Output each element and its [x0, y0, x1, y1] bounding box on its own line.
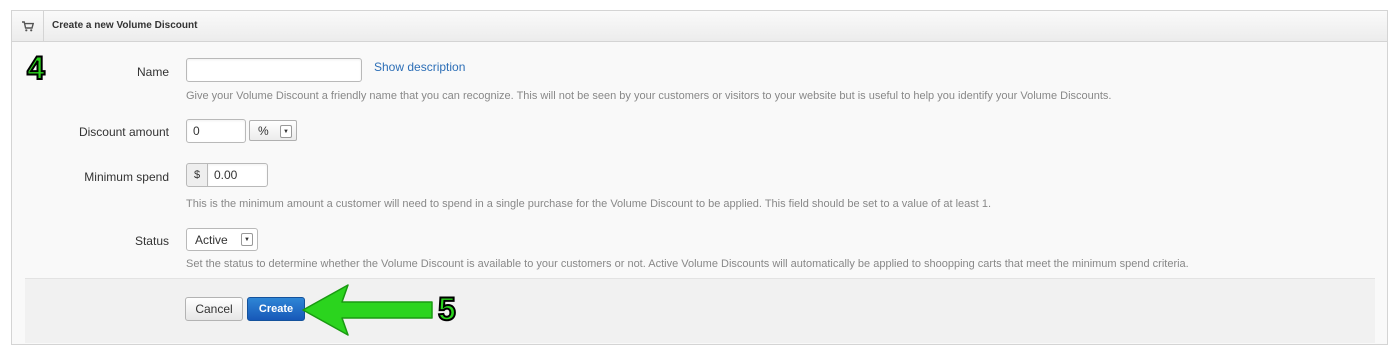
discount-amount-input[interactable]: [186, 119, 246, 143]
form-actions: Cancel Create: [25, 278, 1375, 343]
status-label: Status: [134, 234, 169, 248]
minimum-spend-help-text: This is the minimum amount a customer wi…: [186, 198, 992, 210]
create-button[interactable]: Create: [247, 297, 305, 321]
step-number-4: 4: [26, 50, 46, 86]
name-help-text: Give your Volume Discount a friendly nam…: [186, 90, 1112, 102]
minimum-spend-input[interactable]: [207, 163, 268, 187]
currency-addon: $: [186, 163, 208, 187]
annotation-arrow-icon: [302, 284, 433, 336]
status-select[interactable]: Active ▼: [186, 228, 258, 251]
status-help-text: Set the status to determine whether the …: [186, 258, 1189, 270]
cart-icon: [12, 11, 44, 41]
chevron-down-icon: ▼: [280, 125, 292, 138]
show-description-link[interactable]: Show description: [374, 60, 465, 74]
panel-header: Create a new Volume Discount: [12, 11, 1387, 42]
name-input[interactable]: [186, 58, 362, 82]
volume-discount-panel: Create a new Volume Discount Name Show d…: [11, 10, 1388, 345]
discount-amount-label: Discount amount: [78, 125, 169, 139]
discount-unit-select[interactable]: % ▼: [249, 120, 297, 141]
panel-title: Create a new Volume Discount: [52, 20, 198, 31]
chevron-down-icon: ▼: [241, 233, 253, 246]
step-number-5: 5: [437, 291, 457, 327]
discount-unit-value: %: [258, 124, 269, 138]
cancel-button[interactable]: Cancel: [185, 297, 243, 321]
minimum-spend-label: Minimum spend: [84, 170, 169, 184]
status-value: Active: [195, 233, 228, 247]
